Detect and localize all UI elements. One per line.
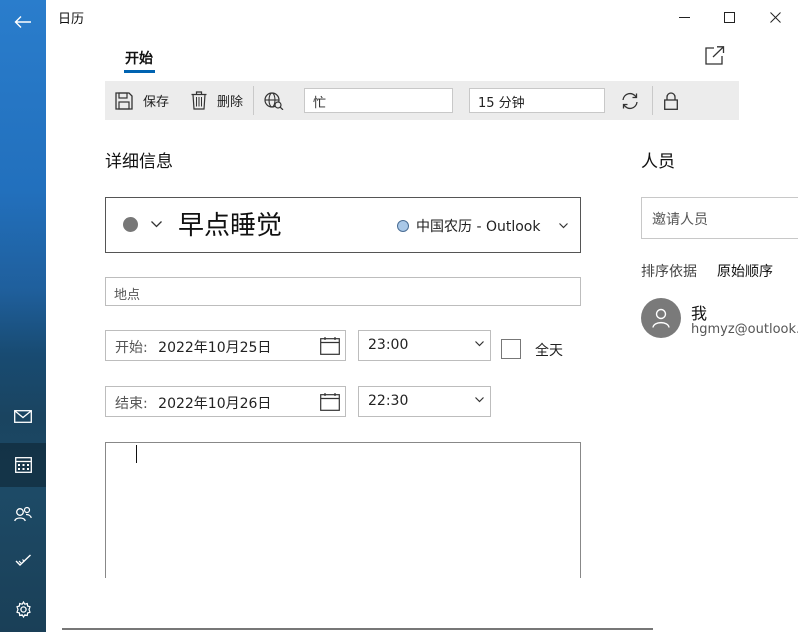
people-icon bbox=[14, 506, 32, 522]
event-color-dot[interactable] bbox=[123, 217, 138, 232]
start-time-select[interactable]: 23:00 bbox=[358, 330, 491, 361]
end-time-value: 22:30 bbox=[368, 393, 409, 409]
end-label: 结束: bbox=[115, 396, 148, 412]
reminder-select[interactable]: 15 分钟 bbox=[469, 88, 605, 113]
end-time-select[interactable]: 22:30 bbox=[358, 386, 491, 417]
maximize-button[interactable] bbox=[706, 0, 752, 34]
popout-icon bbox=[705, 46, 725, 65]
toolbar-divider bbox=[253, 86, 254, 115]
sort-select[interactable]: 原始顺序 bbox=[717, 261, 773, 281]
end-date-picker[interactable]: 结束: 2022年10月26日 bbox=[105, 386, 346, 417]
todo-button[interactable] bbox=[0, 538, 46, 582]
calendar-icon bbox=[320, 393, 340, 411]
mail-button[interactable] bbox=[0, 394, 46, 438]
mail-icon bbox=[14, 409, 32, 423]
sort-label: 排序依据 bbox=[641, 264, 697, 280]
delete-label: 删除 bbox=[217, 95, 244, 110]
chevron-down-icon[interactable] bbox=[559, 223, 568, 229]
todo-icon bbox=[15, 553, 31, 566]
tab-active-indicator bbox=[124, 70, 155, 73]
avatar bbox=[641, 298, 681, 338]
repeat-button[interactable] bbox=[620, 81, 640, 120]
all-day-label: 全天 bbox=[535, 343, 563, 359]
start-label: 开始: bbox=[115, 340, 148, 356]
chevron-down-icon[interactable] bbox=[151, 221, 162, 228]
popout-button[interactable] bbox=[705, 46, 725, 69]
start-date-value: 2022年10月25日 bbox=[158, 340, 272, 356]
details-heading: 详细信息 bbox=[105, 152, 173, 172]
toolbar-divider bbox=[652, 86, 653, 115]
horizontal-scrollbar[interactable] bbox=[62, 628, 653, 630]
calendar-button[interactable] bbox=[0, 443, 46, 487]
toolbar: 保存 删除 忙 15 分钟 bbox=[105, 81, 739, 120]
chevron-down-icon bbox=[475, 397, 484, 403]
end-date-value: 2022年10月26日 bbox=[158, 396, 272, 412]
people-heading: 人员 bbox=[641, 152, 675, 172]
app-title: 日历 bbox=[58, 12, 85, 27]
calendar-select[interactable]: 中国农历 - Outlook bbox=[416, 216, 540, 236]
person-icon bbox=[652, 308, 670, 328]
invite-people-input[interactable]: 邀请人员 bbox=[641, 197, 798, 239]
chevron-down-icon bbox=[475, 341, 484, 347]
people-button[interactable] bbox=[0, 492, 46, 536]
title-bar: 日历 bbox=[46, 0, 798, 34]
settings-icon bbox=[15, 600, 31, 618]
minimize-icon bbox=[678, 16, 690, 18]
settings-button[interactable] bbox=[0, 587, 46, 631]
close-button[interactable] bbox=[752, 0, 798, 34]
notes-editor[interactable] bbox=[105, 442, 581, 578]
show-as-select[interactable]: 忙 bbox=[304, 88, 453, 113]
calendar-icon bbox=[320, 337, 340, 355]
left-rail bbox=[0, 0, 46, 632]
lock-icon bbox=[664, 91, 678, 110]
save-label: 保存 bbox=[143, 95, 170, 110]
text-caret bbox=[136, 445, 137, 463]
start-time-value: 23:00 bbox=[368, 337, 409, 353]
save-icon bbox=[115, 91, 133, 110]
online-meeting-button[interactable] bbox=[264, 81, 284, 120]
event-title-input[interactable]: 早点睡觉 bbox=[178, 205, 282, 242]
delete-button[interactable]: 删除 bbox=[191, 81, 243, 120]
all-day-checkbox[interactable] bbox=[501, 339, 521, 359]
save-button[interactable]: 保存 bbox=[115, 81, 169, 120]
close-icon bbox=[769, 11, 781, 23]
back-arrow-icon bbox=[14, 16, 31, 28]
repeat-icon bbox=[622, 92, 638, 109]
attendee-name: 我 bbox=[691, 304, 708, 323]
maximize-icon bbox=[723, 11, 735, 23]
location-input[interactable]: 地点 bbox=[105, 277, 581, 306]
attendee-email: hgmyz@outlook. bbox=[691, 322, 798, 337]
private-lock-button[interactable] bbox=[664, 81, 678, 120]
calendar-color-dot bbox=[397, 220, 409, 232]
tab-home[interactable]: 开始 bbox=[125, 48, 153, 68]
delete-icon bbox=[191, 91, 207, 110]
calendar-app: 日历 开始 保存 删除 忙 15 分钟 详细信息 早点睡觉 中国农历 - Out… bbox=[0, 0, 798, 632]
online-meeting-icon bbox=[264, 91, 284, 110]
minimize-button[interactable] bbox=[661, 0, 707, 34]
start-date-picker[interactable]: 开始: 2022年10月25日 bbox=[105, 330, 346, 361]
calendar-icon bbox=[14, 457, 32, 473]
back-button[interactable] bbox=[0, 0, 46, 44]
event-title-box: 早点睡觉 中国农历 - Outlook bbox=[105, 197, 581, 253]
